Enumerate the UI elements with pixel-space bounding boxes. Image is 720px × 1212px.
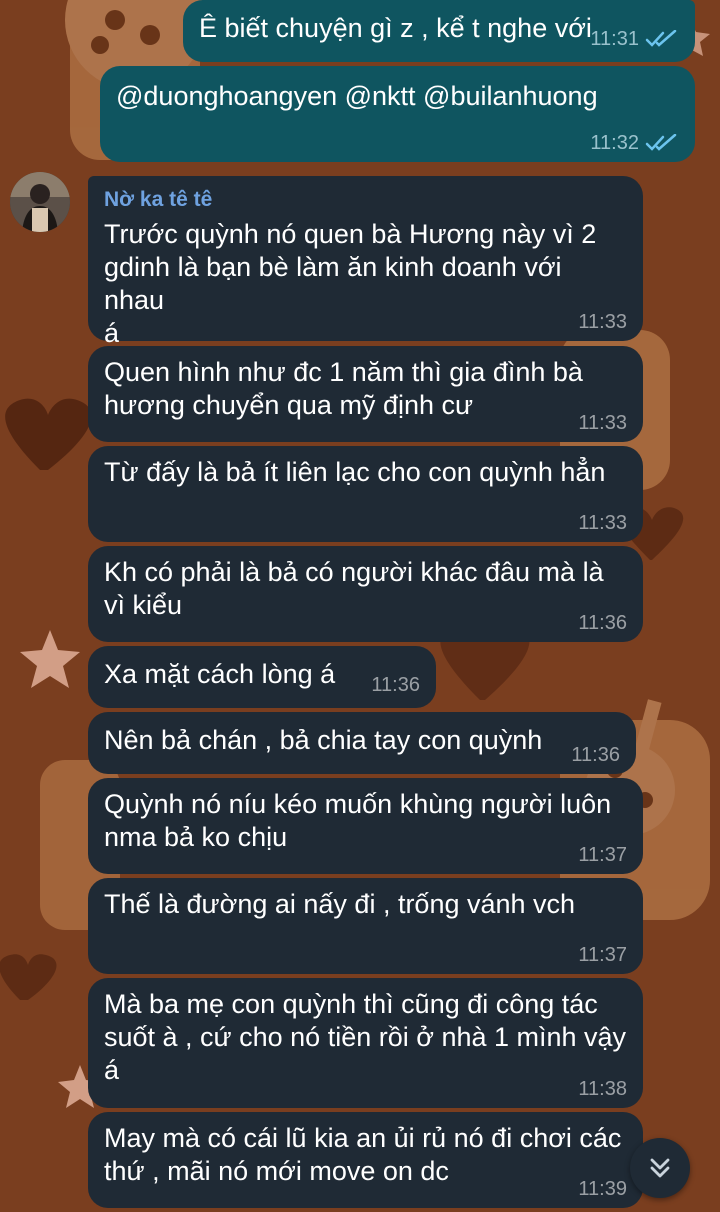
- message-bubble-incoming[interactable]: May mà có cái lũ kia an ủi rủ nó đi chơi…: [88, 1112, 643, 1208]
- scroll-to-bottom-button[interactable]: [630, 1138, 690, 1198]
- message-list[interactable]: Ê biết chuyện gì z , kể t nghe với 11:31…: [0, 0, 720, 1212]
- message-text: May mà có cái lũ kia an ủi rủ nó đi chơi…: [104, 1123, 622, 1186]
- message-time: 11:38: [578, 1078, 627, 1100]
- avatar-image: [10, 172, 70, 232]
- message-time: 11:36: [571, 744, 620, 766]
- avatar[interactable]: [10, 172, 70, 232]
- message-meta: 11:33: [578, 412, 627, 434]
- message-time: 11:32: [590, 132, 639, 154]
- message-text: Quỳnh nó níu kéo muốn khùng người luôn n…: [104, 789, 612, 852]
- double-chevron-down-icon: [650, 1158, 670, 1178]
- message-text: Kh có phải là bả có người khác đâu mà là…: [104, 557, 604, 620]
- double-check-icon: [645, 30, 677, 47]
- message-time: 11:33: [578, 311, 627, 333]
- message-time: 11:36: [371, 674, 420, 696]
- message-bubble-incoming[interactable]: Quỳnh nó níu kéo muốn khùng người luôn n…: [88, 778, 643, 874]
- message-text: Từ đấy là bả ít liên lạc cho con quỳnh h…: [104, 457, 606, 487]
- message-meta: 11:38: [578, 1078, 627, 1100]
- message-text: @duonghoangyen @nktt @builanhuong: [116, 81, 598, 111]
- message-text: Nên bả chán , bả chia tay con quỳnh: [104, 725, 543, 755]
- message-meta: 11:36: [571, 744, 620, 766]
- message-bubble-outgoing[interactable]: Ê biết chuyện gì z , kể t nghe với 11:31: [183, 0, 695, 62]
- message-meta: 11:37: [578, 944, 627, 966]
- message-bubble-incoming[interactable]: Mà ba mẹ con quỳnh thì cũng đi công tác …: [88, 978, 643, 1108]
- message-text: Thế là đường ai nấy đi , trống vánh vch: [104, 889, 576, 919]
- message-meta: 11:33: [578, 512, 627, 534]
- message-bubble-incoming[interactable]: Nên bả chán , bả chia tay con quỳnh 11:3…: [88, 712, 636, 774]
- message-time: 11:39: [578, 1178, 627, 1200]
- message-time: 11:36: [578, 612, 627, 634]
- double-check-icon: [645, 134, 677, 151]
- message-meta: 11:32: [590, 132, 679, 154]
- message-bubble-outgoing[interactable]: @duonghoangyen @nktt @builanhuong 11:32: [100, 66, 695, 162]
- message-time: 11:31: [590, 28, 639, 50]
- message-bubble-incoming[interactable]: Nờ ka tê tê Trước quỳnh nó quen bà Hương…: [88, 176, 643, 348]
- message-meta: 11:37: [578, 844, 627, 866]
- message-text: Quen hình như đc 1 năm thì gia đình bà h…: [104, 357, 583, 420]
- message-meta: 11:36: [371, 674, 420, 696]
- message-time: 11:37: [578, 944, 627, 966]
- message-time: 11:33: [578, 512, 627, 534]
- message-bubble-incoming[interactable]: Kh có phải là bả có người khác đâu mà là…: [88, 546, 643, 642]
- message-meta: 11:31: [590, 28, 679, 50]
- message-meta: 11:39: [578, 1178, 627, 1200]
- message-meta: 11:33: [578, 311, 627, 333]
- message-text: Trước quỳnh nó quen bà Hương này vì 2 gd…: [104, 219, 597, 348]
- message-bubble-incoming[interactable]: Quen hình như đc 1 năm thì gia đình bà h…: [88, 346, 643, 442]
- message-bubble-incoming[interactable]: Từ đấy là bả ít liên lạc cho con quỳnh h…: [88, 446, 643, 542]
- message-meta: 11:36: [578, 612, 627, 634]
- sender-name[interactable]: Nờ ka tê tê: [104, 188, 627, 212]
- message-bubble-incoming[interactable]: Xa mặt cách lòng á 11:36: [88, 646, 436, 708]
- message-time: 11:33: [578, 412, 627, 434]
- message-time: 11:37: [578, 844, 627, 866]
- message-text: Mà ba mẹ con quỳnh thì cũng đi công tác …: [104, 989, 627, 1085]
- message-bubble-incoming[interactable]: Thế là đường ai nấy đi , trống vánh vch …: [88, 878, 643, 974]
